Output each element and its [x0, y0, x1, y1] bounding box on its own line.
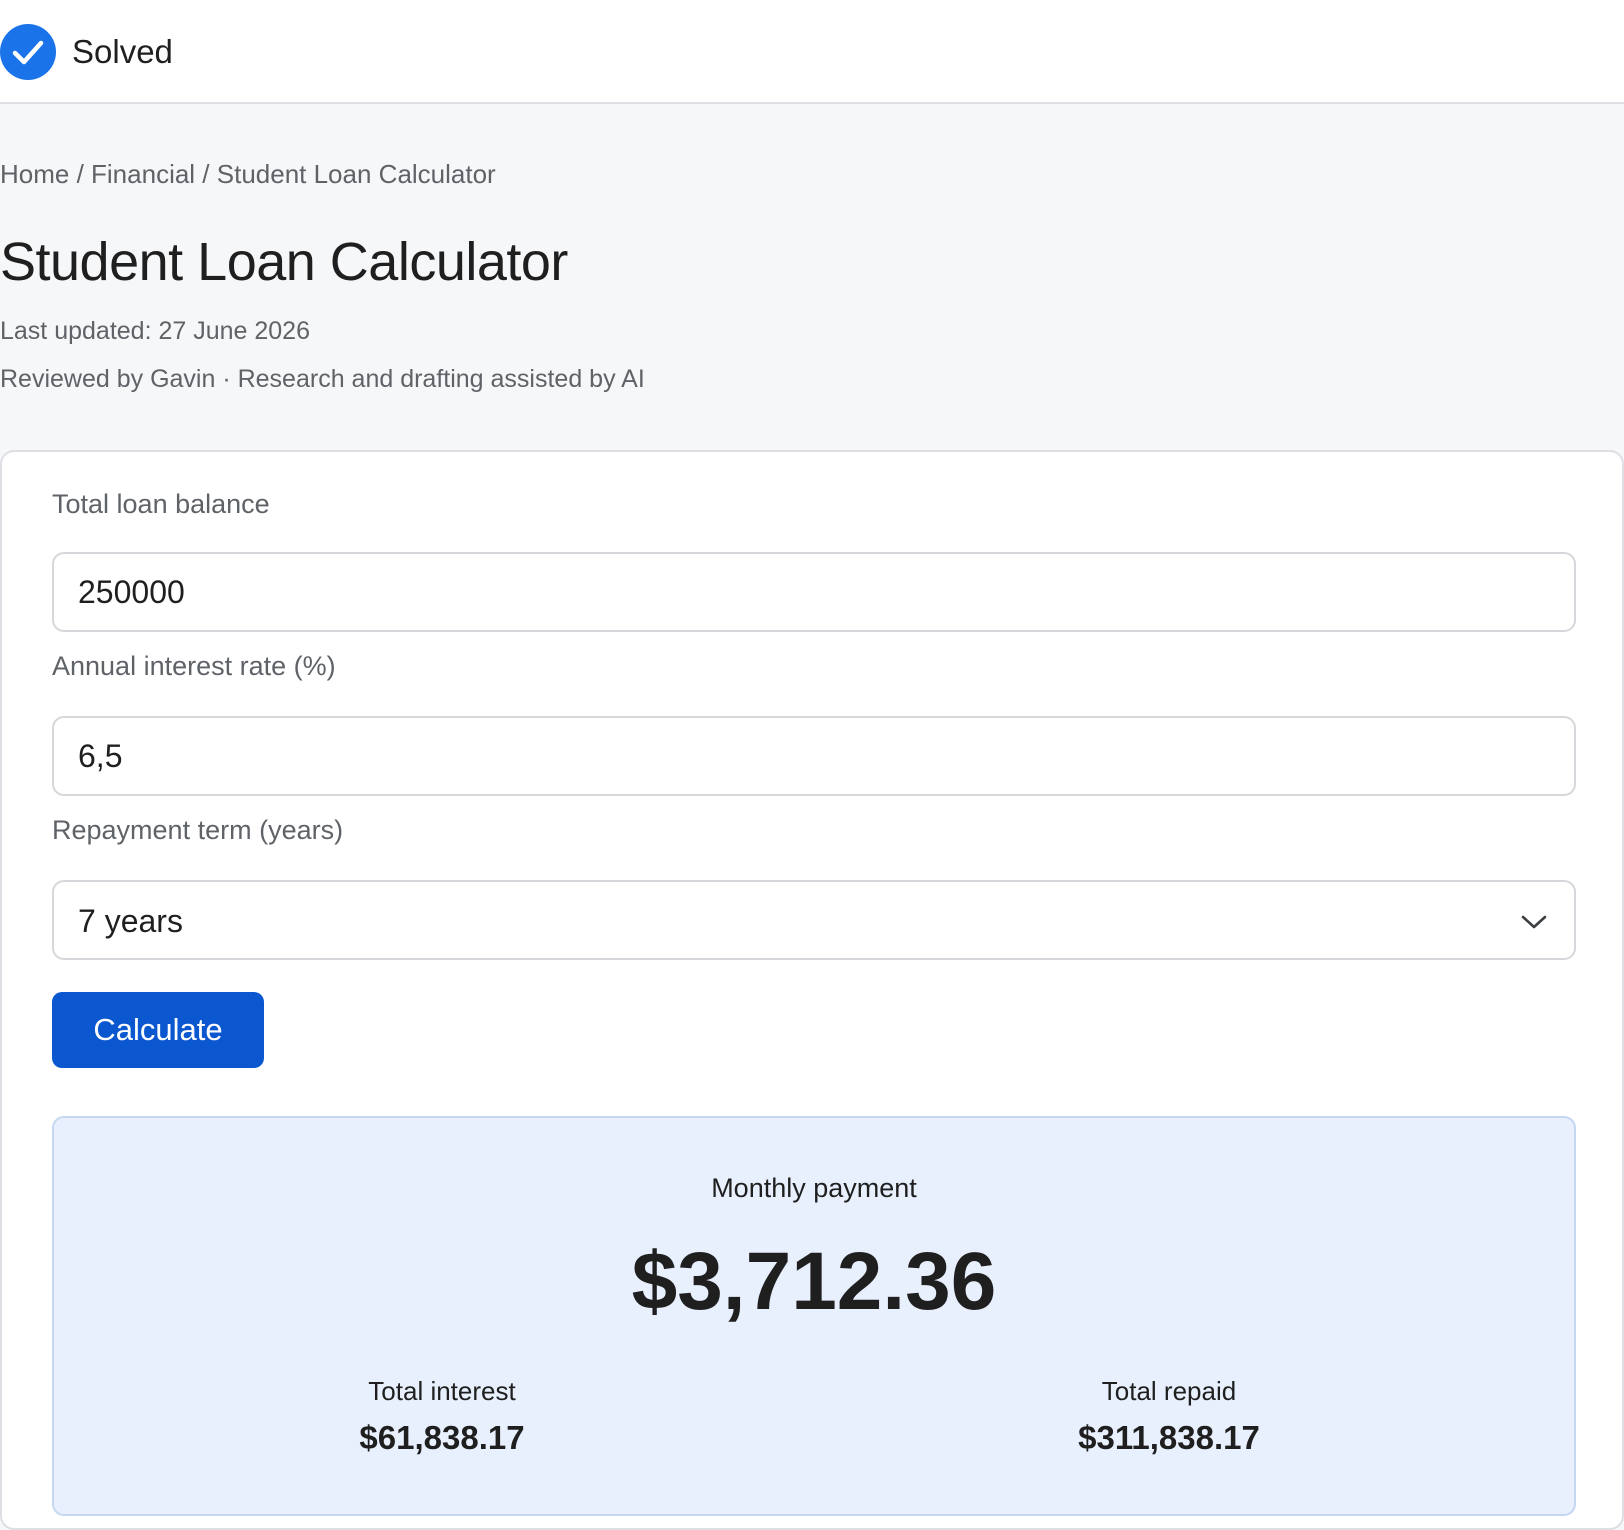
solved-status-label: Solved [72, 33, 173, 70]
check-circle-icon [0, 24, 56, 80]
total-repaid-value: $311,838.17 [1078, 1419, 1260, 1456]
total-repaid-stat: Total repaid $311,838.17 [969, 1374, 1369, 1458]
last-updated-text: Last updated: 27 June 2026 [0, 317, 310, 345]
total-interest-stat: Total interest $61,838.17 [242, 1374, 642, 1458]
total-interest-label: Total interest [368, 1376, 516, 1406]
breadcrumb[interactable]: Home / Financial / Student Loan Calculat… [0, 156, 496, 192]
result-panel: Monthly payment $3,712.36 Total interest… [52, 1116, 1576, 1516]
page-title: Student Loan Calculator [0, 232, 568, 292]
loan-balance-input[interactable] [52, 552, 1576, 632]
interest-rate-label: Annual interest rate (%) [52, 651, 336, 681]
total-repaid-label: Total repaid [1101, 1376, 1237, 1406]
chevron-down-icon [1518, 906, 1550, 938]
loan-balance-label: Total loan balance [52, 489, 270, 519]
total-interest-value: $61,838.17 [359, 1419, 525, 1456]
review-note-text: Reviewed by Gavin · Research and draftin… [0, 365, 645, 393]
monthly-payment-value: $3,712.36 [631, 1236, 997, 1327]
top-bar: Solved [0, 0, 1624, 104]
interest-rate-input[interactable] [52, 716, 1576, 796]
calculator-card: Total loan balance Annual interest rate … [0, 450, 1624, 1530]
calculate-button[interactable]: Calculate [52, 992, 264, 1068]
monthly-payment-label: Monthly payment [711, 1173, 917, 1203]
repayment-term-label: Repayment term (years) [52, 815, 344, 845]
repayment-term-selected-value: 7 years [78, 903, 183, 939]
repayment-term-select[interactable]: 7 years [52, 880, 1576, 960]
